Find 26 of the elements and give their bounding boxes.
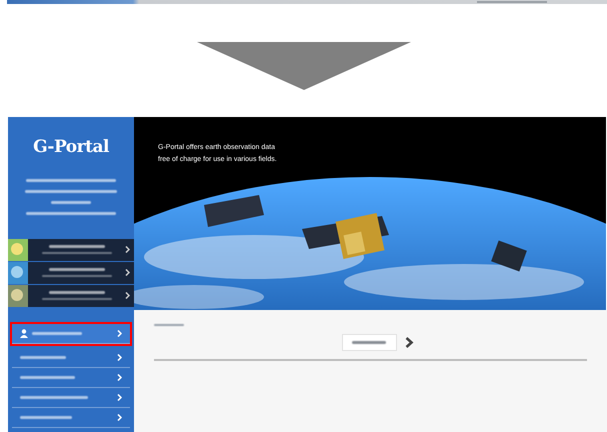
- chevron-right-icon: [117, 374, 122, 380]
- illegible-text-drawing: [20, 416, 72, 418]
- chevron-right-icon: [117, 354, 122, 360]
- chevron-right-icon: [117, 330, 122, 336]
- illegible-text-drawing: [48, 268, 104, 271]
- down-arrow-icon: [196, 42, 410, 90]
- chevron-right-icon: [125, 246, 130, 253]
- chevron-right-icon: [117, 394, 122, 400]
- menu-item[interactable]: [8, 238, 134, 262]
- chevron-right-icon: [125, 292, 130, 299]
- illegible-text-drawing: [51, 200, 91, 204]
- illegible-text-drawing: [20, 376, 75, 378]
- illegible-text-drawing: [352, 341, 386, 344]
- illegible-text-drawing: [48, 245, 104, 248]
- menu-item[interactable]: [8, 262, 134, 284]
- menu-item[interactable]: [8, 284, 134, 308]
- illegible-text-drawing: [48, 291, 104, 294]
- chevron-right-icon[interactable]: [404, 337, 414, 348]
- chevron-right-icon: [117, 414, 122, 420]
- illegible-text-drawing: [20, 356, 66, 358]
- illegible-text-drawing: [20, 396, 88, 398]
- chevron-right-icon: [125, 269, 130, 276]
- illegible-text-drawing: [32, 332, 82, 334]
- person-icon: [20, 328, 28, 338]
- logo: G-Portal: [32, 136, 110, 159]
- search-button[interactable]: [342, 334, 396, 351]
